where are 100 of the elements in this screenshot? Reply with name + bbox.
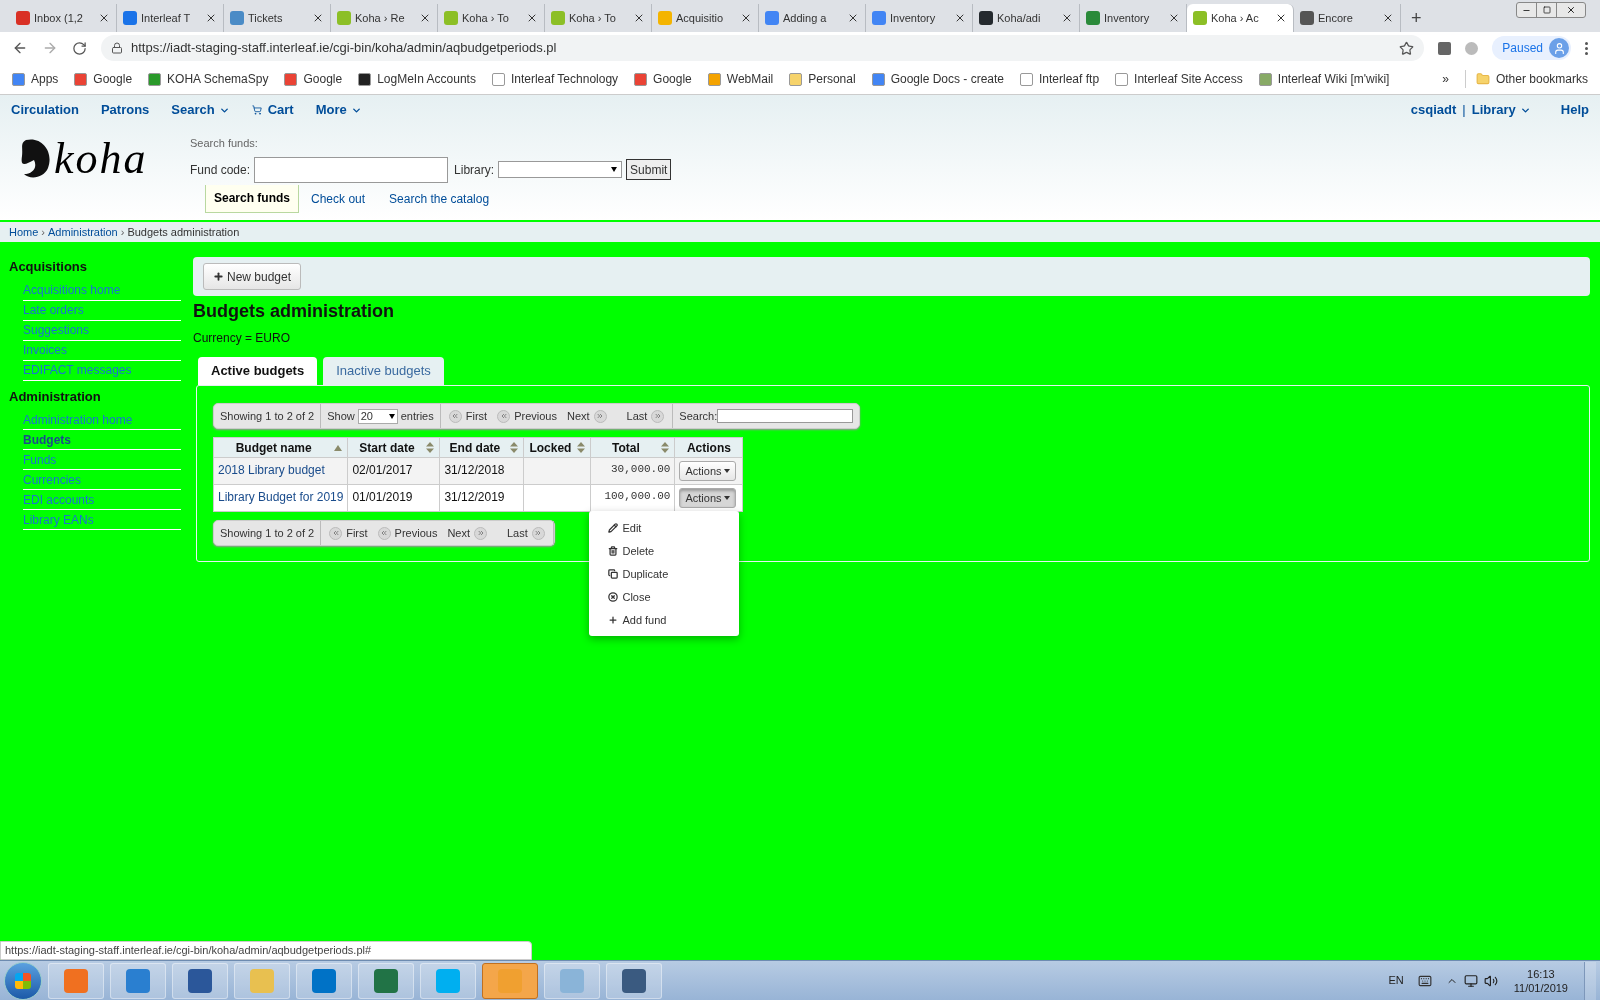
close-icon[interactable] (312, 12, 324, 24)
address-bar[interactable]: https://iadt-staging-staff.interleaf.ie/cgi-bin/koha/admin/aqbudgetperiods.pl (101, 35, 1425, 61)
submit-button[interactable]: Submit (626, 159, 672, 180)
start-button[interactable] (4, 961, 42, 1000)
profile-button[interactable]: Paused (1492, 36, 1571, 60)
previous-page-button[interactable]: Previous (493, 408, 561, 425)
menu-icon[interactable] (1585, 41, 1588, 55)
new-budget-button[interactable]: New budget (203, 263, 302, 290)
bookmark-link[interactable]: Google (74, 70, 133, 88)
sidebar-link[interactable]: Administration home (23, 410, 181, 430)
sidebar-link[interactable]: Funds (23, 450, 181, 470)
user-name[interactable]: csqiadt (1410, 100, 1457, 120)
previous-page-button[interactable]: Previous (373, 525, 442, 542)
nav-link[interactable]: Cart (251, 100, 294, 120)
menu-item[interactable]: Duplicate (589, 562, 740, 586)
budget-tab[interactable]: Active budgets (198, 357, 318, 385)
bookmark-link[interactable]: KOHA SchemaSpy (148, 70, 269, 88)
close-icon[interactable] (954, 12, 966, 24)
bookmark-link[interactable]: Google Docs - create (871, 70, 1004, 88)
close-icon[interactable] (1061, 12, 1073, 24)
volume-icon[interactable] (1483, 973, 1498, 988)
column-header[interactable]: Budget name (213, 437, 348, 458)
nav-link[interactable]: Patrons (100, 100, 150, 120)
first-page-button[interactable]: First (444, 408, 492, 425)
more-bookmarks-button[interactable]: » (1442, 70, 1449, 88)
help-link[interactable]: Help (1560, 100, 1589, 120)
sidebar-link[interactable]: Budgets (23, 430, 181, 450)
next-page-button[interactable]: Next (562, 408, 611, 425)
column-header[interactable]: Total (590, 437, 675, 458)
language-indicator[interactable]: EN (1388, 972, 1404, 989)
budget-name-link[interactable]: 2018 Library budget (213, 457, 348, 485)
sidebar-link[interactable]: Currencies (23, 470, 181, 490)
menu-item[interactable]: Delete (589, 539, 740, 563)
actions-button[interactable]: Actions (679, 461, 736, 482)
breadcrumb-link[interactable]: Home (9, 223, 39, 241)
bookmark-link[interactable]: Personal (789, 70, 856, 88)
browser-tab[interactable]: Koha › Ac (1187, 4, 1294, 32)
page-size-select[interactable]: 20 (357, 408, 398, 424)
sidebar-link[interactable]: EDIFACT messages (23, 360, 181, 381)
next-page-button[interactable]: Next (443, 525, 491, 542)
close-icon[interactable] (205, 12, 217, 24)
search-tab[interactable]: Search funds (205, 184, 300, 213)
bookmark-icon (284, 72, 298, 86)
library-menu[interactable]: Library (1471, 100, 1531, 120)
column-header[interactable]: End date (439, 437, 524, 458)
column-header[interactable]: Locked (523, 437, 591, 458)
search-tab[interactable]: Search the catalog (377, 184, 502, 213)
breadcrumb-link[interactable]: Administration (48, 223, 118, 241)
close-icon[interactable] (1382, 12, 1394, 24)
bookmark-link[interactable]: Interleaf Technology (491, 70, 619, 88)
close-icon[interactable] (633, 12, 645, 24)
menu-item[interactable]: Add fund (589, 608, 740, 632)
keyboard-icon[interactable] (1417, 973, 1432, 988)
close-icon[interactable] (98, 12, 110, 24)
budget-tab[interactable]: Inactive budgets (323, 357, 444, 385)
close-icon[interactable] (1168, 12, 1180, 24)
sidebar-link[interactable]: Invoices (23, 340, 181, 361)
bookmark-link[interactable]: LogMeIn Accounts (358, 70, 476, 88)
bookmark-link[interactable]: Google (634, 70, 692, 88)
reload-icon[interactable] (72, 40, 87, 56)
last-page-button[interactable]: Last (503, 525, 549, 542)
close-icon[interactable] (740, 12, 752, 24)
bookmark-icon (148, 72, 162, 86)
new-tab-button[interactable]: + (1401, 4, 1432, 32)
bookmark-link[interactable]: Apps (12, 70, 59, 88)
bookmark-link[interactable]: Google (284, 70, 343, 88)
bookmark-link[interactable]: Interleaf ftp (1020, 70, 1100, 88)
nav-link[interactable]: More (315, 100, 362, 120)
sidebar-link[interactable]: Library EANs (23, 510, 181, 530)
last-page-button[interactable]: Last (622, 408, 669, 425)
bookmark-star-icon[interactable] (1399, 40, 1415, 56)
nav-link[interactable]: Circulation (11, 100, 79, 120)
table-search-field[interactable] (717, 409, 854, 424)
sidebar-link[interactable]: Suggestions (23, 320, 181, 341)
start-date-cell: 01/01/2019 (347, 484, 440, 512)
bookmark-link[interactable]: Other bookmarks (1464, 70, 1588, 88)
close-icon[interactable] (1275, 12, 1287, 24)
nav-link[interactable]: Search (171, 100, 230, 120)
menu-item[interactable]: Edit (589, 516, 740, 540)
bookmark-link[interactable]: WebMail (707, 70, 774, 88)
budget-name-link[interactable]: Library Budget for 2019 (213, 484, 348, 512)
sidebar-link[interactable]: Acquisitions home (23, 280, 181, 301)
sidebar-link[interactable]: Late orders (23, 300, 181, 321)
sidebar-link[interactable]: EDI accounts (23, 490, 181, 510)
first-page-button[interactable]: First (325, 525, 372, 542)
extension-icon[interactable] (1438, 41, 1452, 55)
close-icon[interactable] (526, 12, 538, 24)
bookmark-link[interactable]: Interleaf Site Access (1115, 70, 1243, 88)
fund-code-field[interactable] (254, 156, 449, 183)
bookmark-link[interactable]: Interleaf Wiki [m'wiki] (1258, 70, 1390, 88)
sidebar-heading: Administration (9, 387, 102, 406)
menu-item[interactable]: Close (589, 585, 740, 609)
close-icon[interactable] (419, 12, 431, 24)
close-icon[interactable] (847, 12, 859, 24)
column-header[interactable]: Start date (347, 437, 440, 458)
library-select[interactable] (498, 161, 623, 178)
site-icon (551, 11, 565, 25)
back-icon[interactable] (12, 40, 28, 56)
search-tab[interactable]: Check out (299, 184, 378, 213)
actions-button[interactable]: Actions (679, 488, 736, 509)
